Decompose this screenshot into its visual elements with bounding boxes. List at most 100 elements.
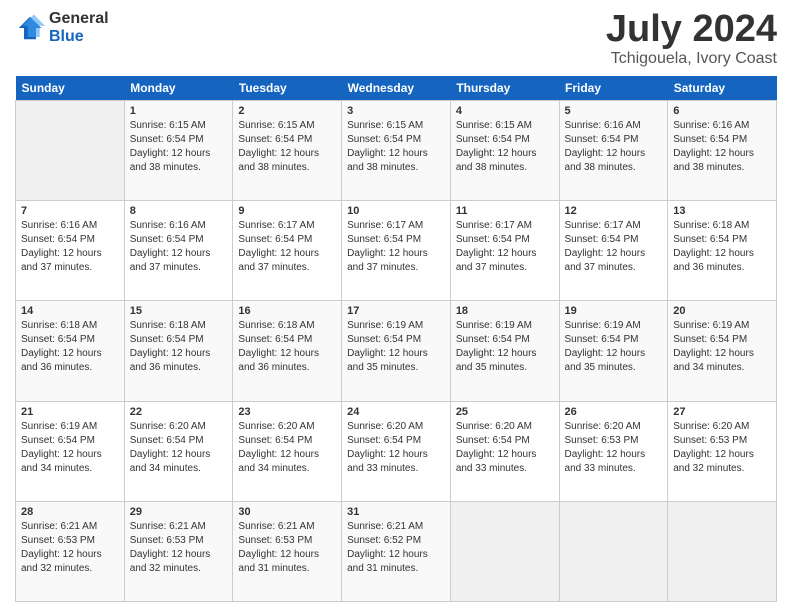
day-number: 14 [21,305,119,317]
day-detail: Sunrise: 6:15 AMSunset: 6:54 PMDaylight:… [238,119,336,175]
day-number: 8 [130,205,228,217]
calendar-cell: 25 Sunrise: 6:20 AMSunset: 6:54 PMDayligh… [450,401,559,501]
day-detail: Sunrise: 6:20 AMSunset: 6:53 PMDaylight:… [673,420,771,476]
day-detail: Sunrise: 6:21 AMSunset: 6:53 PMDaylight:… [238,520,336,576]
calendar-cell: 13Sunrise: 6:18 AMSunset: 6:54 PMDayligh… [668,201,777,301]
day-detail: Sunrise: 6:15 AMSunset: 6:54 PMDaylight:… [347,119,445,175]
page: General Blue July 2024 Tchigouela, Ivory… [0,0,792,612]
calendar-cell: 18 Sunrise: 6:19 AMSunset: 6:54 PMDayligh… [450,301,559,401]
main-title: July 2024 [606,10,777,48]
day-detail: Sunrise: 6:16 AMSunset: 6:54 PMDaylight:… [673,119,771,175]
day-number: 12 [565,205,663,217]
calendar-cell: 12 Sunrise: 6:17 AMSunset: 6:54 PMDayligh… [559,201,668,301]
day-detail: Sunrise: 6:19 AMSunset: 6:54 PMDaylight:… [347,319,445,375]
day-detail: Sunrise: 6:20 AMSunset: 6:54 PMDaylight:… [347,420,445,476]
weekday-header-wednesday: Wednesday [342,76,451,101]
calendar-cell: 21 Sunrise: 6:19 AMSunset: 6:54 PMDayligh… [16,401,125,501]
day-number: 22 [130,406,228,418]
week-row-5: 28 Sunrise: 6:21 AMSunset: 6:53 PMDayligh… [16,501,777,601]
calendar-cell: 9 Sunrise: 6:17 AMSunset: 6:54 PMDaylight… [233,201,342,301]
calendar-cell [668,501,777,601]
calendar-cell: 30 Sunrise: 6:21 AMSunset: 6:53 PMDayligh… [233,501,342,601]
week-row-4: 21 Sunrise: 6:19 AMSunset: 6:54 PMDayligh… [16,401,777,501]
week-row-3: 14 Sunrise: 6:18 AMSunset: 6:54 PMDayligh… [16,301,777,401]
day-number: 5 [565,105,663,117]
day-detail: Sunrise: 6:17 AMSunset: 6:54 PMDaylight:… [565,219,663,275]
logo-blue: Blue [49,28,109,46]
weekday-header-saturday: Saturday [668,76,777,101]
day-detail: Sunrise: 6:19 AMSunset: 6:54 PMDaylight:… [565,319,663,375]
day-number: 13 [673,205,771,217]
day-number: 20 [673,305,771,317]
calendar-cell: 5 Sunrise: 6:16 AMSunset: 6:54 PMDaylight… [559,101,668,201]
calendar-cell: 16Sunrise: 6:18 AMSunset: 6:54 PMDayligh… [233,301,342,401]
day-number: 17 [347,305,445,317]
weekday-header-friday: Friday [559,76,668,101]
calendar-cell: 7 Sunrise: 6:16 AMSunset: 6:54 PMDaylight… [16,201,125,301]
day-number: 21 [21,406,119,418]
day-number: 27 [673,406,771,418]
calendar-cell: 2 Sunrise: 6:15 AMSunset: 6:54 PMDaylight… [233,101,342,201]
day-detail: Sunrise: 6:17 AMSunset: 6:54 PMDaylight:… [347,219,445,275]
day-number: 23 [238,406,336,418]
calendar-cell: 31 Sunrise: 6:21 AMSunset: 6:52 PMDayligh… [342,501,451,601]
day-detail: Sunrise: 6:17 AMSunset: 6:54 PMDaylight:… [456,219,554,275]
day-detail: Sunrise: 6:15 AMSunset: 6:54 PMDaylight:… [456,119,554,175]
day-detail: Sunrise: 6:18 AMSunset: 6:54 PMDaylight:… [21,319,119,375]
day-detail: Sunrise: 6:19 AMSunset: 6:54 PMDaylight:… [456,319,554,375]
calendar-cell: 15Sunrise: 6:18 AMSunset: 6:54 PMDayligh… [124,301,233,401]
weekday-header-sunday: Sunday [16,76,125,101]
day-number: 25 [456,406,554,418]
calendar-cell: 3 Sunrise: 6:15 AMSunset: 6:54 PMDaylight… [342,101,451,201]
calendar-cell: 6Sunrise: 6:16 AMSunset: 6:54 PMDaylight… [668,101,777,201]
calendar-cell: 17 Sunrise: 6:19 AMSunset: 6:54 PMDayligh… [342,301,451,401]
day-detail: Sunrise: 6:17 AMSunset: 6:54 PMDaylight:… [238,219,336,275]
day-number: 31 [347,506,445,518]
day-detail: Sunrise: 6:20 AMSunset: 6:54 PMDaylight:… [238,420,336,476]
weekday-header-monday: Monday [124,76,233,101]
day-detail: Sunrise: 6:20 AMSunset: 6:54 PMDaylight:… [456,420,554,476]
day-detail: Sunrise: 6:20 AMSunset: 6:53 PMDaylight:… [565,420,663,476]
day-detail: Sunrise: 6:16 AMSunset: 6:54 PMDaylight:… [130,219,228,275]
calendar-cell [559,501,668,601]
calendar-table: SundayMondayTuesdayWednesdayThursdayFrid… [15,76,777,602]
day-number: 7 [21,205,119,217]
header: General Blue July 2024 Tchigouela, Ivory… [15,10,777,68]
day-detail: Sunrise: 6:21 AMSunset: 6:53 PMDaylight:… [21,520,119,576]
week-row-1: 1Sunrise: 6:15 AMSunset: 6:54 PMDaylight… [16,101,777,201]
day-number: 19 [565,305,663,317]
calendar-cell: 11Sunrise: 6:17 AMSunset: 6:54 PMDayligh… [450,201,559,301]
day-number: 30 [238,506,336,518]
calendar-cell: 14 Sunrise: 6:18 AMSunset: 6:54 PMDayligh… [16,301,125,401]
logo-icon [15,13,45,43]
calendar-cell: 29 Sunrise: 6:21 AMSunset: 6:53 PMDayligh… [124,501,233,601]
day-number: 26 [565,406,663,418]
day-number: 16 [238,305,336,317]
calendar-cell [450,501,559,601]
calendar-cell: 27 Sunrise: 6:20 AMSunset: 6:53 PMDayligh… [668,401,777,501]
day-detail: Sunrise: 6:21 AMSunset: 6:53 PMDaylight:… [130,520,228,576]
weekday-header-tuesday: Tuesday [233,76,342,101]
calendar-cell: 1Sunrise: 6:15 AMSunset: 6:54 PMDaylight… [124,101,233,201]
day-number: 3 [347,105,445,117]
calendar-cell: 23 Sunrise: 6:20 AMSunset: 6:54 PMDayligh… [233,401,342,501]
day-detail: Sunrise: 6:19 AMSunset: 6:54 PMDaylight:… [673,319,771,375]
calendar-cell: 28 Sunrise: 6:21 AMSunset: 6:53 PMDayligh… [16,501,125,601]
day-number: 9 [238,205,336,217]
day-number: 29 [130,506,228,518]
day-number: 28 [21,506,119,518]
day-detail: Sunrise: 6:19 AMSunset: 6:54 PMDaylight:… [21,420,119,476]
day-detail: Sunrise: 6:16 AMSunset: 6:54 PMDaylight:… [21,219,119,275]
day-detail: Sunrise: 6:16 AMSunset: 6:54 PMDaylight:… [565,119,663,175]
week-row-2: 7 Sunrise: 6:16 AMSunset: 6:54 PMDaylight… [16,201,777,301]
calendar-cell: 19 Sunrise: 6:19 AMSunset: 6:54 PMDayligh… [559,301,668,401]
calendar-cell [16,101,125,201]
day-number: 4 [456,105,554,117]
calendar-cell: 26 Sunrise: 6:20 AMSunset: 6:53 PMDayligh… [559,401,668,501]
day-detail: Sunrise: 6:21 AMSunset: 6:52 PMDaylight:… [347,520,445,576]
calendar-cell: 4 Sunrise: 6:15 AMSunset: 6:54 PMDaylight… [450,101,559,201]
day-number: 18 [456,305,554,317]
day-number: 24 [347,406,445,418]
day-number: 2 [238,105,336,117]
calendar-cell: 20 Sunrise: 6:19 AMSunset: 6:54 PMDayligh… [668,301,777,401]
